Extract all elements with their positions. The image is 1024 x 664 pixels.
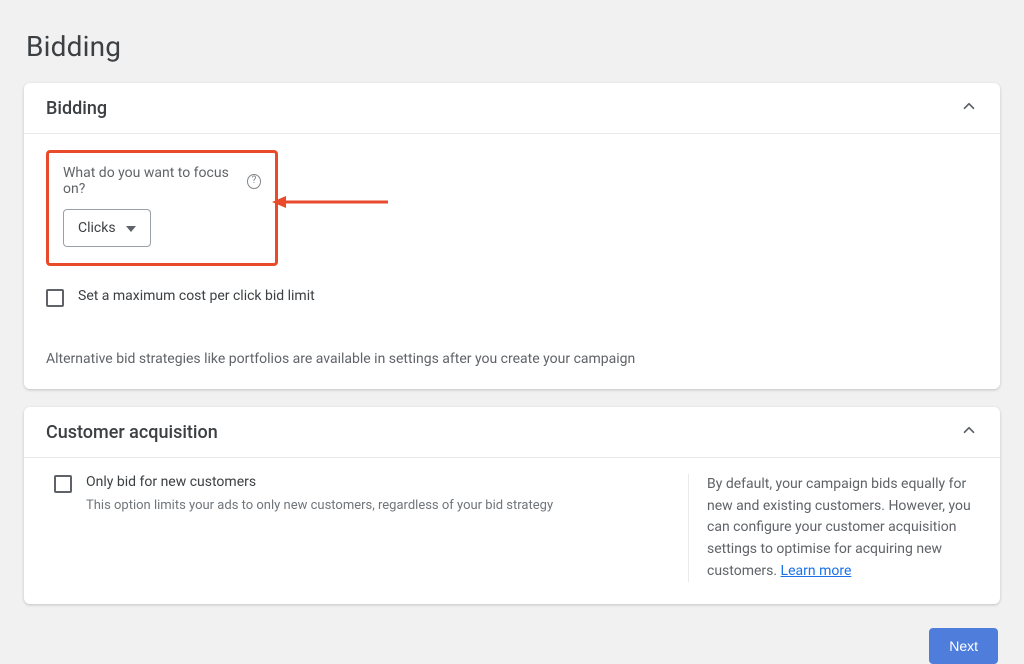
acquisition-info-panel: By default, your campaign bids equally f… bbox=[688, 474, 978, 582]
bidding-header-label: Bidding bbox=[46, 98, 107, 119]
acquisition-header-label: Customer acquisition bbox=[46, 422, 218, 443]
bidding-card-body: What do you want to focus on? ? Clicks S… bbox=[24, 134, 1000, 389]
acquisition-left: Only bid for new customers This option l… bbox=[54, 474, 688, 582]
next-button[interactable]: Next bbox=[929, 628, 998, 664]
focus-dropdown-value: Clicks bbox=[78, 220, 116, 236]
customer-acquisition-card: Customer acquisition Only bid for new cu… bbox=[24, 407, 1000, 604]
bidding-card: Bidding What do you want to focus on? ? … bbox=[24, 83, 1000, 389]
only-new-checkbox[interactable] bbox=[54, 475, 72, 493]
acquisition-card-header[interactable]: Customer acquisition bbox=[24, 407, 1000, 458]
chevron-up-icon bbox=[960, 421, 978, 443]
focus-dropdown[interactable]: Clicks bbox=[63, 209, 151, 247]
focus-label-row: What do you want to focus on? ? bbox=[63, 165, 261, 197]
chevron-up-icon bbox=[960, 97, 978, 119]
caret-down-icon bbox=[126, 220, 136, 236]
only-new-label: Only bid for new customers bbox=[86, 474, 553, 490]
max-cpc-checkbox[interactable] bbox=[46, 289, 64, 307]
focus-label: What do you want to focus on? bbox=[63, 165, 241, 197]
max-cpc-row: Set a maximum cost per click bid limit bbox=[46, 288, 978, 307]
alt-strategies-text: Alternative bid strategies like portfoli… bbox=[46, 351, 978, 367]
learn-more-link[interactable]: Learn more bbox=[781, 563, 852, 579]
only-new-row: Only bid for new customers This option l… bbox=[54, 474, 668, 513]
annotation-highlight-box: What do you want to focus on? ? Clicks bbox=[46, 150, 278, 266]
max-cpc-label: Set a maximum cost per click bid limit bbox=[78, 288, 315, 304]
acquisition-card-body: Only bid for new customers This option l… bbox=[24, 458, 1000, 604]
help-icon[interactable]: ? bbox=[247, 174, 261, 189]
page-title: Bidding bbox=[26, 30, 1000, 63]
bidding-card-header[interactable]: Bidding bbox=[24, 83, 1000, 134]
only-new-subtext: This option limits your ads to only new … bbox=[86, 498, 553, 513]
annotation-arrow-icon bbox=[272, 192, 392, 212]
footer-actions: Next bbox=[24, 622, 1000, 664]
